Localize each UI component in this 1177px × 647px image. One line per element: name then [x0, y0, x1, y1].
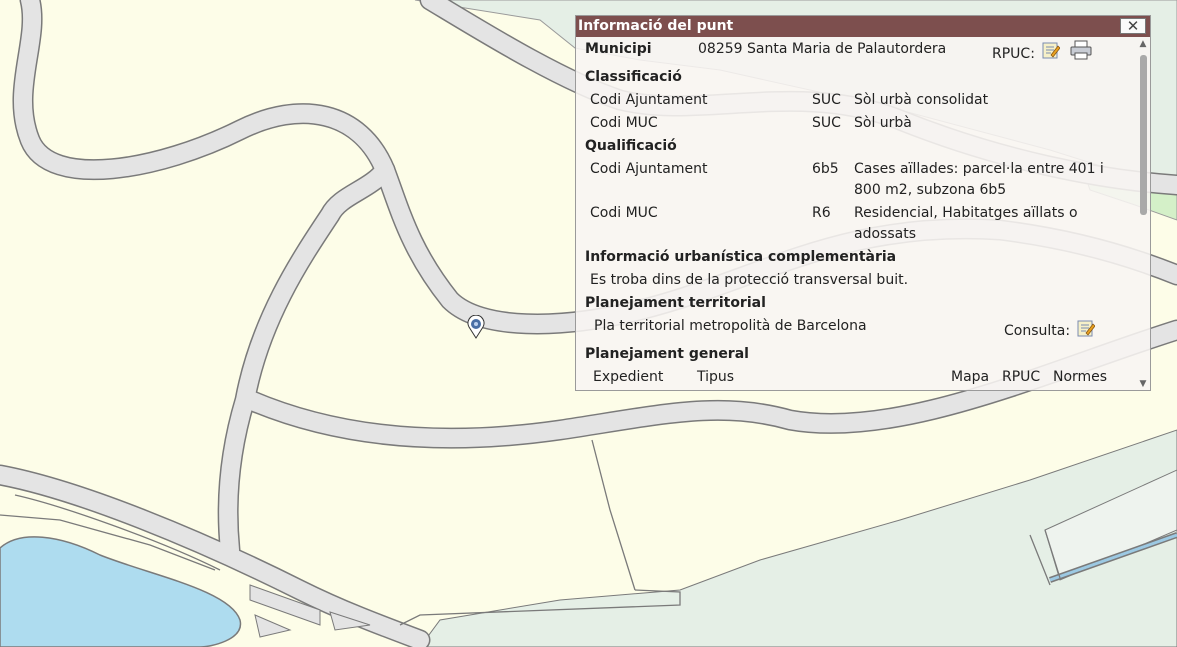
location-pin-icon[interactable]: [467, 315, 485, 339]
row-label: Codi MUC: [590, 205, 658, 221]
row-label: Codi Ajuntament: [590, 161, 708, 177]
row-desc: Sòl urbà consolidat: [854, 92, 989, 108]
row-desc: Sòl urbà: [854, 115, 912, 131]
row-desc: Residencial, Habitatges aïllats o: [854, 205, 1078, 221]
row-desc: Cases aïllades: parcel·la entre 401 i: [854, 161, 1104, 177]
row-label: Codi Ajuntament: [590, 92, 708, 108]
rpuc-label: RPUC:: [992, 46, 1035, 62]
popup-scrollbar[interactable]: ▲ ▼: [1136, 37, 1150, 390]
planejament-territorial-heading: Planejament territorial: [585, 295, 766, 311]
info-complementaria-text: Es troba dins de la protecció transversa…: [590, 272, 909, 288]
column-header: Normes: [1053, 369, 1108, 385]
row-desc: 800 m2, subzona 6b5: [854, 182, 1007, 198]
row-code: 6b5: [812, 161, 839, 177]
scrollbar-thumb[interactable]: [1140, 55, 1147, 215]
close-icon[interactable]: ✕: [1120, 18, 1146, 34]
municipi-label: Municipi: [585, 41, 652, 57]
row-label: Codi MUC: [590, 115, 658, 131]
printer-icon[interactable]: [1070, 40, 1092, 60]
edit-document-icon[interactable]: [1042, 41, 1060, 59]
planejament-territorial-text: Pla territorial metropolità de Barcelona: [594, 318, 867, 334]
popup-content: Municipi 08259 Santa Maria de Palautorde…: [576, 37, 1136, 390]
column-header: Tipus: [697, 369, 735, 385]
qualificacio-heading: Qualificació: [585, 138, 677, 154]
consulta-label: Consulta:: [1004, 323, 1071, 339]
popup-titlebar: Informació del punt ✕: [576, 16, 1150, 37]
scroll-down-arrow-icon[interactable]: ▼: [1137, 379, 1149, 389]
row-code: R6: [812, 205, 831, 221]
popup-title: Informació del punt: [578, 18, 734, 34]
row-code: SUC: [812, 92, 841, 108]
edit-document-icon[interactable]: [1077, 319, 1095, 337]
row-desc: adossats: [854, 226, 916, 242]
column-header: RPUC: [1002, 369, 1041, 385]
info-complementaria-heading: Informació urbanística complementària: [585, 249, 897, 265]
classificacio-heading: Classificació: [585, 69, 682, 85]
point-info-popup: Informació del punt ✕ Municipi 08259 San…: [575, 15, 1151, 391]
planejament-general-heading: Planejament general: [585, 346, 749, 362]
row-code: SUC: [812, 115, 841, 131]
column-header: Expedient: [593, 369, 664, 385]
column-header: Mapa: [951, 369, 990, 385]
municipi-value: 08259 Santa Maria de Palautordera: [698, 41, 947, 57]
scroll-up-arrow-icon[interactable]: ▲: [1137, 39, 1149, 49]
